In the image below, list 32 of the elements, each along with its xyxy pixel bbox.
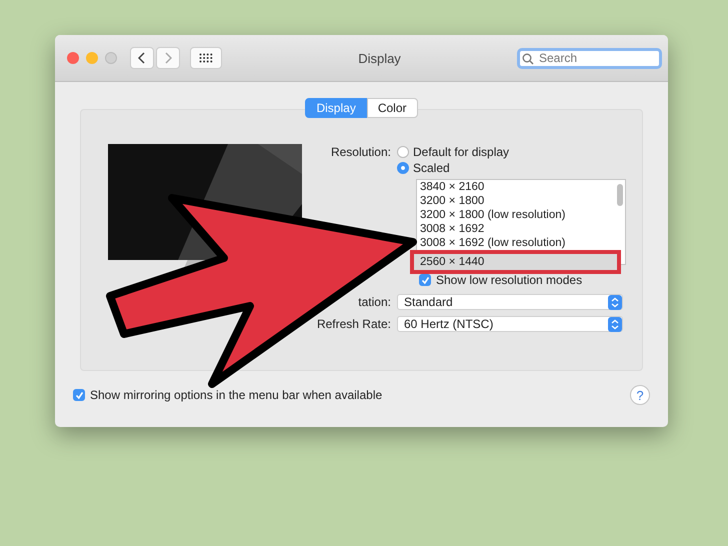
grid-icon: [199, 53, 213, 63]
list-item[interactable]: 3200 × 1800 (low resolution): [417, 208, 615, 222]
window-title: Display: [357, 50, 402, 66]
updown-icon: [608, 294, 622, 310]
radio-option[interactable]: Default for display: [397, 144, 510, 160]
search-icon: [522, 52, 534, 64]
back-button[interactable]: [130, 47, 154, 69]
close-button[interactable]: [67, 52, 79, 64]
list-item[interactable]: 3200 × 1800: [417, 194, 615, 208]
list-item[interactable]: 3008 × 1692: [417, 222, 615, 236]
tab[interactable]: Color: [366, 98, 418, 118]
popup-label: Refresh Rate:: [316, 316, 391, 332]
help-button[interactable]: ?: [630, 385, 650, 405]
checkmark-icon: [420, 276, 430, 284]
back-icon: [138, 52, 146, 64]
popup-menu[interactable]: Standard: [397, 294, 623, 310]
low-resolution-checkbox[interactable]: Show low resolution modes: [419, 273, 626, 287]
search-field[interactable]: Search: [517, 48, 662, 68]
resolution-label: Resolution:: [330, 144, 391, 160]
show-all-button[interactable]: [190, 47, 222, 69]
list-item[interactable]: 2560 × 1440: [410, 250, 621, 274]
radio-option[interactable]: Scaled: [397, 160, 510, 176]
list-item[interactable]: 3008 × 1692 (low resolution): [417, 236, 615, 250]
popup-label: tation:: [357, 294, 391, 310]
popup-menu[interactable]: 60 Hertz (NTSC): [397, 316, 623, 332]
list-item[interactable]: 3840 × 2160: [417, 180, 615, 194]
mirroring-checkbox[interactable]: Show mirroring options in the menu bar when available: [73, 388, 382, 402]
updown-icon: [608, 316, 622, 332]
zoom-button[interactable]: [105, 52, 117, 64]
minimize-button[interactable]: [86, 52, 98, 64]
forward-icon: [164, 52, 172, 64]
checkmark-icon: [74, 390, 84, 400]
